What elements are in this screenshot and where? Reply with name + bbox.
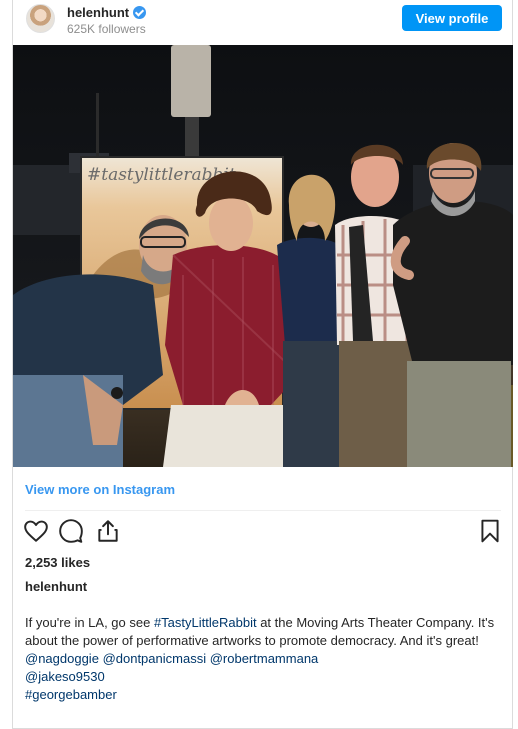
post-photo-illustration: #tastylittlerabbit	[13, 45, 513, 467]
post-image[interactable]: #tastylittlerabbit	[13, 45, 513, 467]
hashtag-link[interactable]: #georgebamber	[25, 687, 117, 702]
comment-icon[interactable]	[58, 518, 84, 544]
caption-text: If you're in LA, go see	[25, 615, 154, 630]
mention-link[interactable]: @jakeso9530	[25, 669, 105, 684]
divider	[25, 510, 501, 511]
avatar[interactable]	[26, 4, 55, 33]
mention-link[interactable]: @dontpanicmassi	[103, 651, 207, 666]
mention-link[interactable]: @nagdoggie	[25, 651, 99, 666]
view-profile-button[interactable]: View profile	[402, 5, 502, 31]
verified-badge-icon	[133, 6, 147, 19]
caption-username[interactable]: helenhunt	[25, 579, 87, 594]
action-bar	[13, 518, 512, 548]
post-caption: If you're in LA, go see #TastyLittleRabb…	[25, 614, 495, 704]
heart-icon[interactable]	[23, 518, 49, 544]
username-row: helenhunt	[67, 5, 147, 20]
follower-count: 625K followers	[67, 22, 146, 36]
bookmark-icon[interactable]	[477, 518, 503, 544]
view-more-on-instagram-link[interactable]: View more on Instagram	[25, 482, 175, 497]
instagram-embed: helenhunt 625K followers View profile #t…	[12, 0, 513, 729]
post-header: helenhunt 625K followers View profile	[13, 0, 512, 44]
like-count[interactable]: 2,253 likes	[25, 555, 90, 570]
share-icon[interactable]	[95, 518, 121, 544]
username[interactable]: helenhunt	[67, 5, 129, 20]
hashtag-link[interactable]: #TastyLittleRabbit	[154, 615, 257, 630]
mention-link[interactable]: @robertmammana	[210, 651, 319, 666]
